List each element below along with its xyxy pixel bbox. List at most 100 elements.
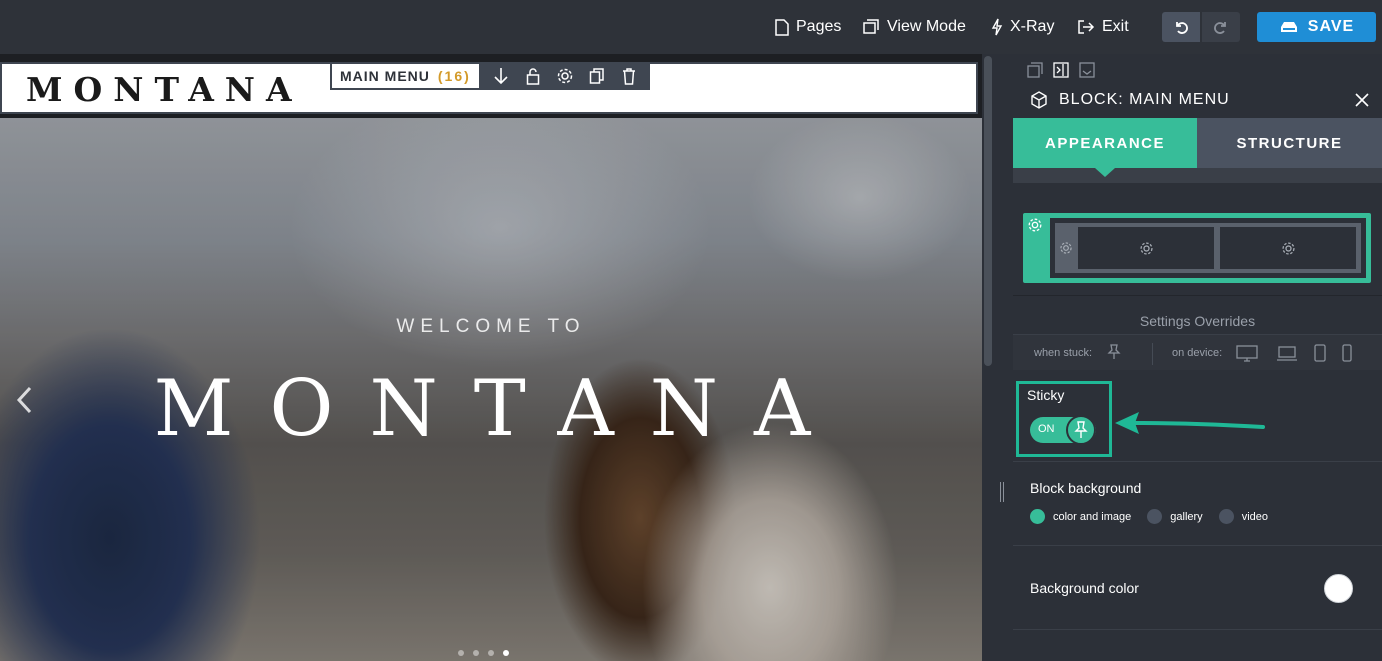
save-icon <box>1280 22 1297 32</box>
image-panel-icon[interactable] <box>1079 62 1095 78</box>
hero-title: MONTANA <box>153 364 847 454</box>
hero-welcome-text: WELCOME TO <box>396 316 586 337</box>
bg-option-gallery[interactable]: gallery <box>1147 509 1203 524</box>
pages-label: Pages <box>796 18 842 35</box>
section-divider <box>1013 461 1382 462</box>
delete-button[interactable] <box>613 67 645 85</box>
save-label: SAVE <box>1307 18 1355 35</box>
radio[interactable] <box>1218 509 1234 524</box>
settings-panel: BLOCK: MAIN MENU APPEARANCE STRUCTURE Se… <box>1013 54 1382 661</box>
active-tab-caret <box>1095 168 1115 177</box>
overrides-row: when stuck: on device: <box>1013 334 1382 370</box>
block-background-label: Block background <box>1030 480 1142 496</box>
bg-option-label: gallery <box>1170 510 1203 523</box>
xray-label: X-Ray <box>1010 18 1055 35</box>
panel-title-text: BLOCK: MAIN MENU <box>1059 91 1230 108</box>
slider-dot[interactable] <box>488 650 494 656</box>
view-mode-icon <box>863 19 879 34</box>
tab-appearance[interactable]: APPEARANCE <box>1013 118 1197 168</box>
panel-resize-handle[interactable] <box>997 482 1007 504</box>
pin-icon[interactable] <box>1107 344 1121 360</box>
structure-column[interactable] <box>1078 227 1214 269</box>
save-button[interactable]: SAVE <box>1257 12 1376 42</box>
canvas-scrollbar[interactable] <box>984 56 992 366</box>
cube-icon <box>1031 91 1047 109</box>
toggle-state-label: ON <box>1038 423 1055 435</box>
section-divider <box>1013 629 1382 630</box>
background-color-label: Background color <box>1030 580 1139 596</box>
slider-dot[interactable] <box>473 650 479 656</box>
block-settings-button[interactable] <box>549 67 581 85</box>
radio[interactable] <box>1147 509 1163 524</box>
block-toolbar: MAIN MENU (16) <box>330 62 650 90</box>
hero-slider: WELCOME TO MONTANA <box>0 118 982 661</box>
trash-icon <box>622 68 635 85</box>
bg-option-video[interactable]: video <box>1218 509 1268 524</box>
bg-option-color-image[interactable]: color and image <box>1030 509 1131 524</box>
view-mode-label: View Mode <box>887 18 966 35</box>
undo-button[interactable] <box>1162 12 1200 42</box>
bg-option-label: video <box>1241 510 1268 523</box>
move-down-button[interactable] <box>485 67 517 85</box>
column-gear-icon <box>1139 241 1153 255</box>
block-structure-preview[interactable] <box>1023 213 1371 283</box>
slider-prev-arrow[interactable] <box>16 384 32 423</box>
block-count: (16) <box>437 68 471 84</box>
block-name: MAIN MENU <box>340 68 430 84</box>
undo-icon <box>1176 22 1188 34</box>
exit-icon <box>1078 20 1095 34</box>
on-device-label: on device: <box>1172 347 1223 359</box>
bg-option-label: color and image <box>1053 510 1132 523</box>
site-logo: MONTANA <box>26 70 303 109</box>
settings-overrides: Settings Overrides when stuck: on device… <box>1013 295 1382 370</box>
top-toolbar: Pages View Mode X-Ray Exit SAVE <box>0 0 1382 54</box>
row-gear-icon[interactable] <box>1059 241 1073 260</box>
page-canvas: WELCOME TO MONTANA MONTANA MAIN MENU (16… <box>0 54 982 661</box>
when-stuck-label: when stuck: <box>1034 347 1093 359</box>
redo-icon <box>1214 22 1226 34</box>
radio-selected[interactable] <box>1030 509 1045 524</box>
xray-button[interactable]: X-Ray <box>991 0 1054 54</box>
lightning-icon <box>991 18 1003 36</box>
column-gear-icon <box>1281 241 1295 255</box>
code-panel-icon[interactable] <box>1053 62 1069 78</box>
sticky-label: Sticky <box>1027 387 1065 403</box>
exit-button[interactable]: Exit <box>1077 0 1129 54</box>
close-panel-button[interactable] <box>1355 87 1369 113</box>
overrides-divider <box>1152 343 1153 365</box>
lock-button[interactable] <box>517 67 549 85</box>
mobile-icon[interactable] <box>1342 344 1352 362</box>
pin-icon <box>1074 421 1088 438</box>
lock-icon <box>526 68 540 85</box>
background-color-swatch[interactable] <box>1324 574 1353 603</box>
copy-icon <box>589 68 604 84</box>
structure-row[interactable] <box>1055 223 1361 273</box>
page-icon <box>775 18 789 36</box>
slider-dots <box>458 650 509 656</box>
slider-dot-active[interactable] <box>503 650 509 656</box>
background-type-options: color and image gallery video <box>1030 509 1284 524</box>
tablet-icon[interactable] <box>1314 344 1326 362</box>
block-gear-icon[interactable] <box>1027 217 1043 238</box>
close-icon <box>1355 93 1369 107</box>
toggle-knob[interactable] <box>1066 415 1096 445</box>
sticky-toggle[interactable]: ON <box>1030 415 1096 445</box>
arrow-down-icon <box>494 68 508 85</box>
slider-dot[interactable] <box>458 650 464 656</box>
layers-icon[interactable] <box>1027 62 1043 78</box>
view-mode-button[interactable]: View Mode <box>863 0 966 54</box>
exit-label: Exit <box>1102 18 1129 35</box>
redo-button[interactable] <box>1202 12 1240 42</box>
chevron-left-icon <box>16 386 32 414</box>
pages-button[interactable]: Pages <box>775 0 841 54</box>
duplicate-button[interactable] <box>581 67 613 85</box>
overrides-title: Settings Overrides <box>1139 313 1256 329</box>
laptop-icon[interactable] <box>1276 346 1298 361</box>
tab-structure[interactable]: STRUCTURE <box>1197 118 1382 168</box>
structure-column[interactable] <box>1220 227 1356 269</box>
block-label[interactable]: MAIN MENU (16) <box>332 64 479 88</box>
tab-underline <box>1013 168 1382 183</box>
section-divider <box>1013 545 1382 546</box>
desktop-icon[interactable] <box>1236 345 1258 362</box>
gear-icon <box>557 68 573 84</box>
